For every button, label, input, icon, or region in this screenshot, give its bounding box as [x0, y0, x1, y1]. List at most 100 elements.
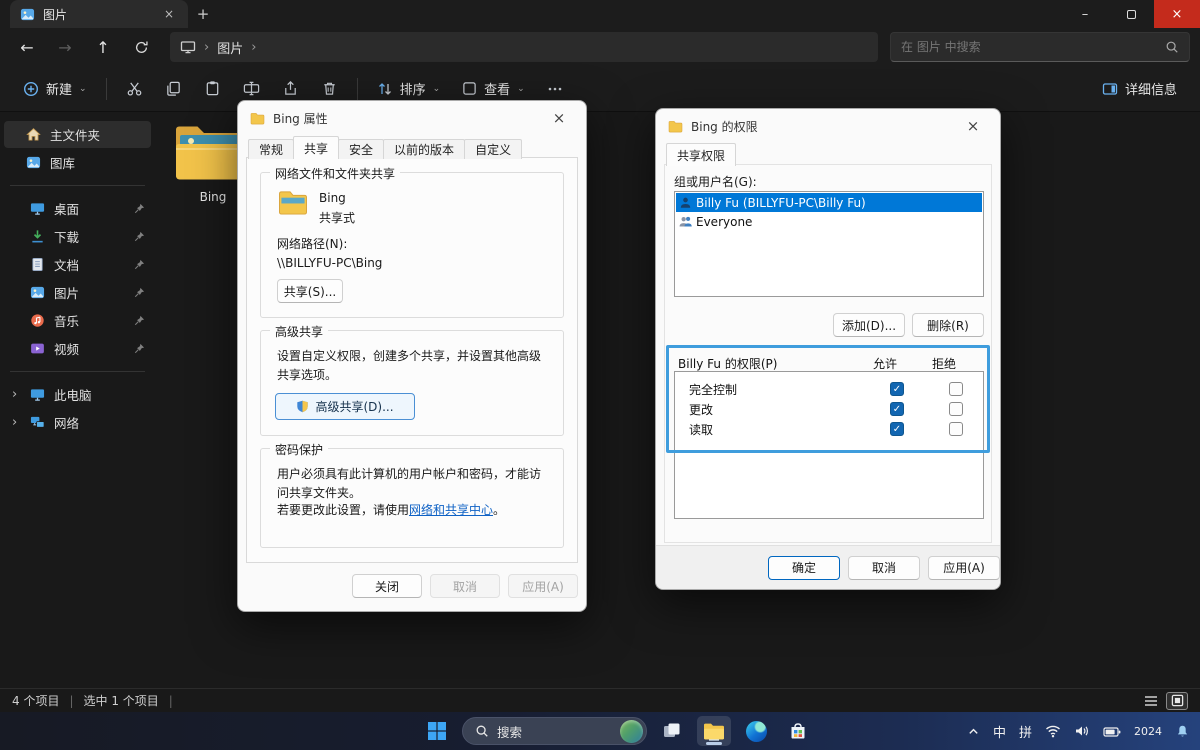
window-controls: – ×	[1062, 0, 1200, 28]
ime-mode-indicator[interactable]: 拼	[1019, 722, 1032, 741]
remove-button[interactable]: 删除(R)	[912, 313, 984, 337]
this-pc-icon	[30, 387, 45, 402]
rename-button[interactable]	[234, 74, 269, 103]
tab-close-icon[interactable]: ×	[160, 5, 178, 23]
sidebar-item-music[interactable]: 音乐	[4, 307, 151, 334]
users-listbox[interactable]: Billy Fu (BILLYFU-PC\Billy Fu) Everyone	[674, 191, 984, 297]
back-button[interactable]: ←	[10, 32, 44, 62]
delete-button[interactable]	[312, 74, 347, 103]
explorer-titlebar: 图片 × + – ×	[0, 0, 1200, 28]
apply-button[interactable]: 应用(A)	[928, 556, 1000, 580]
chevron-right-icon[interactable]: ›	[12, 415, 17, 430]
sidebar-item-label: 文档	[54, 255, 79, 274]
sidebar-item-home[interactable]: 主文件夹	[4, 121, 151, 148]
tab-security[interactable]: 安全	[338, 139, 384, 159]
copy-button[interactable]	[156, 74, 191, 103]
advanced-sharing-button[interactable]: 高级共享(D)...	[275, 393, 415, 420]
wifi-icon[interactable]	[1045, 724, 1061, 738]
breadcrumb-item-pictures[interactable]: 图片	[217, 38, 243, 57]
add-button[interactable]: 添加(D)...	[833, 313, 905, 337]
allow-checkbox-checked[interactable]: ✓	[890, 422, 904, 436]
close-button[interactable]: ×	[1154, 0, 1200, 28]
ok-button[interactable]: 确定	[768, 556, 840, 580]
tab-customize[interactable]: 自定义	[464, 139, 522, 159]
dialog-title: Bing 属性	[273, 110, 328, 127]
cancel-button[interactable]: 取消	[848, 556, 920, 580]
advanced-sharing-description: 设置自定义权限，创建多个共享，并设置其他高级共享选项。	[277, 347, 549, 384]
tab-previous-versions[interactable]: 以前的版本	[383, 139, 465, 159]
home-icon	[26, 127, 41, 142]
up-button[interactable]: ↑	[86, 32, 120, 62]
toolbar-divider	[106, 78, 107, 100]
sidebar-item-desktop[interactable]: 桌面	[4, 195, 151, 222]
refresh-button[interactable]	[124, 32, 158, 62]
explorer-search-input[interactable]	[901, 40, 1165, 54]
sidebar-item-videos[interactable]: 视频	[4, 335, 151, 362]
breadcrumb[interactable]: › 图片 ›	[170, 32, 878, 62]
thumbnail-view-toggle[interactable]	[1166, 692, 1188, 710]
new-tab-button[interactable]: +	[188, 0, 218, 28]
deny-checkbox-unchecked[interactable]	[949, 382, 963, 396]
this-pc-icon[interactable]	[180, 39, 196, 55]
system-tray: 中 拼 2024	[967, 712, 1190, 750]
maximize-button[interactable]	[1108, 0, 1154, 28]
permissions-dialog-titlebar[interactable]: Bing 的权限 ×	[656, 109, 1000, 143]
user-row-everyone[interactable]: Everyone	[676, 212, 982, 231]
allow-checkbox-checked[interactable]: ✓	[890, 402, 904, 416]
sidebar-item-documents[interactable]: 文档	[4, 251, 151, 278]
details-pane-label: 详细信息	[1125, 79, 1177, 98]
apply-button[interactable]: 应用(A)	[508, 574, 578, 598]
cancel-button[interactable]: 取消	[430, 574, 500, 598]
file-explorer-taskbar-icon[interactable]	[697, 716, 731, 746]
explorer-tab-pictures[interactable]: 图片 ×	[10, 0, 188, 28]
task-view-button[interactable]	[655, 716, 689, 746]
ime-language-indicator[interactable]: 中	[993, 722, 1006, 741]
tab-general[interactable]: 常规	[248, 139, 294, 159]
sidebar-item-network[interactable]: › 网络	[4, 409, 151, 436]
speaker-icon[interactable]	[1074, 724, 1090, 738]
paste-button[interactable]	[195, 74, 230, 103]
minimize-button[interactable]: –	[1062, 0, 1108, 28]
tab-share-permissions[interactable]: 共享权限	[666, 143, 736, 166]
share-button[interactable]: 共享(S)...	[277, 279, 343, 303]
microsoft-store-icon[interactable]	[781, 716, 815, 746]
sidebar-item-pictures[interactable]: 图片	[4, 279, 151, 306]
close-dialog-button[interactable]: 关闭	[352, 574, 422, 598]
sidebar-item-gallery[interactable]: 图库	[4, 149, 151, 176]
advanced-sharing-group: 高级共享 设置自定义权限，创建多个共享，并设置其他高级共享选项。 高级共享(D)…	[260, 330, 564, 436]
pin-icon	[134, 343, 145, 354]
deny-checkbox-unchecked[interactable]	[949, 422, 963, 436]
taskbar-search-box[interactable]: 搜索	[462, 717, 647, 745]
more-options-button[interactable]	[538, 75, 572, 103]
group-or-usernames-label: 组或用户名(G):	[674, 173, 757, 190]
close-icon[interactable]: ×	[544, 105, 574, 131]
properties-dialog-titlebar[interactable]: Bing 属性 ×	[238, 101, 586, 135]
explorer-search-box[interactable]	[890, 32, 1190, 62]
allow-checkbox-checked[interactable]: ✓	[890, 382, 904, 396]
forward-button[interactable]: →	[48, 32, 82, 62]
tab-sharing[interactable]: 共享	[293, 136, 339, 159]
share-button[interactable]	[273, 74, 308, 103]
deny-checkbox-unchecked[interactable]	[949, 402, 963, 416]
network-sharing-center-link[interactable]: 网络和共享中心	[409, 503, 493, 517]
permission-row-read: 读取 ✓	[675, 419, 983, 439]
close-icon[interactable]: ×	[958, 113, 988, 139]
properties-dialog-footer: 关闭 取消 应用(A)	[238, 561, 586, 611]
clock-date[interactable]: 2024	[1134, 725, 1162, 738]
battery-icon[interactable]	[1103, 725, 1121, 738]
start-button[interactable]	[420, 716, 454, 746]
sidebar-item-downloads[interactable]: 下载	[4, 223, 151, 250]
sidebar-item-this-pc[interactable]: › 此电脑	[4, 381, 151, 408]
details-view-toggle[interactable]	[1140, 692, 1162, 710]
details-pane-button[interactable]: 详细信息	[1093, 73, 1186, 104]
allow-column-header: 允许	[873, 355, 897, 372]
user-row-billyfu[interactable]: Billy Fu (BILLYFU-PC\Billy Fu)	[676, 193, 982, 212]
hidden-icons-chevron[interactable]	[967, 725, 980, 738]
edge-browser-icon[interactable]	[739, 716, 773, 746]
cut-button[interactable]	[117, 74, 152, 103]
search-highlight-image[interactable]	[620, 720, 643, 743]
sidebar-item-label: 网络	[54, 413, 79, 432]
new-button[interactable]: 新建 ⌄	[14, 73, 96, 104]
notification-bell-icon[interactable]	[1175, 724, 1190, 739]
chevron-right-icon[interactable]: ›	[12, 387, 17, 402]
